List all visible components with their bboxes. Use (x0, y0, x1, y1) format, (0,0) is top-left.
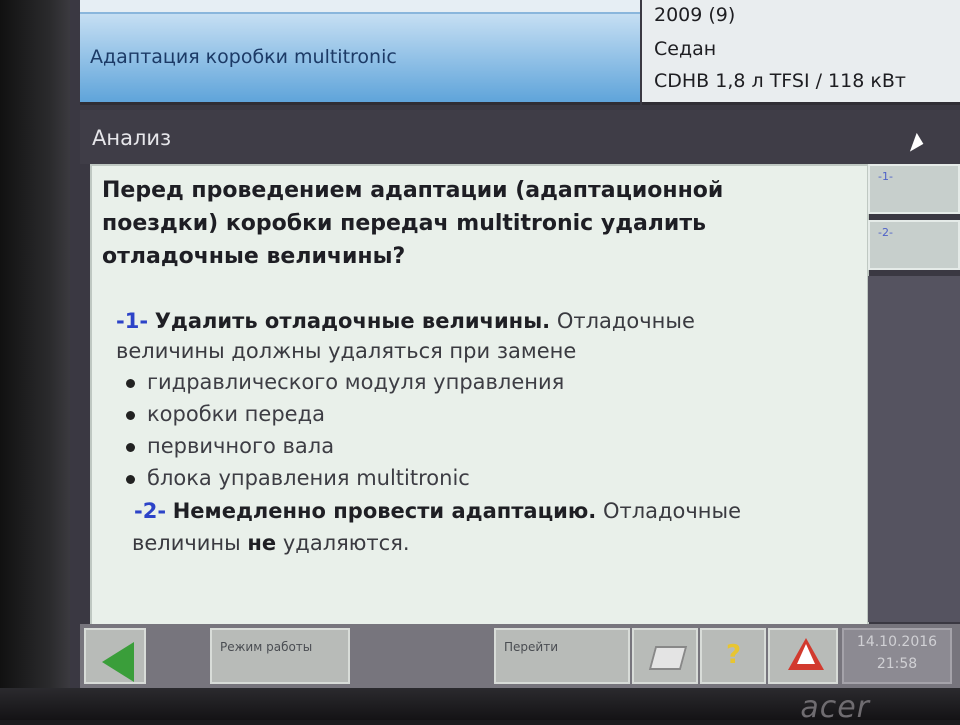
monitor-bezel-left (0, 0, 70, 720)
printer-icon (648, 646, 688, 670)
vehicle-engine: CDHB 1,8 л TFSI / 118 кВт (654, 70, 906, 92)
option-2-number: -2- (134, 499, 167, 523)
option-2-line-2: величины не удаляются. (132, 531, 410, 555)
vehicle-info: 2009 (9) Седан CDHB 1,8 л TFSI / 118 кВт (642, 0, 960, 105)
bullet-icon (126, 410, 135, 420)
option-1-title: Удалить отладочные величины. (154, 309, 551, 333)
list-item: коробки переда (126, 402, 325, 426)
option-2-button[interactable]: -2- (868, 220, 960, 270)
side-button-area (868, 276, 960, 622)
analysis-title: Анализ (92, 126, 172, 150)
list-item: первичного вала (126, 434, 334, 458)
date-time-display: 14.10.2016 21:58 (842, 628, 952, 684)
option-1-number: -1- (116, 309, 149, 333)
help-icon: ? (726, 640, 742, 670)
option-2-title: Немедленно провести адаптацию. (172, 499, 597, 523)
vehicle-body: Седан (654, 38, 717, 60)
bottom-toolbar: Режим работы Перейти ? 14.10.2016 21:58 (80, 624, 960, 688)
list-item: блока управления multitronic (126, 466, 470, 490)
warning-icon (788, 638, 824, 670)
analysis-content: Перед проведением адаптации (адаптационн… (90, 164, 869, 626)
goto-button[interactable]: Перейти (494, 628, 630, 684)
header-top-strip (80, 0, 640, 14)
back-button[interactable] (84, 628, 146, 684)
diagnostic-screen: Адаптация коробки multitronic 2009 (9) С… (70, 0, 960, 700)
function-title: Адаптация коробки multitronic (90, 46, 397, 68)
time-text: 21:58 (876, 656, 918, 672)
question-text: Перед проведением адаптации (адаптационн… (102, 178, 724, 269)
warning-button[interactable] (768, 628, 838, 684)
analysis-title-bar: Анализ (80, 110, 960, 164)
bullet-icon (126, 442, 135, 452)
list-item: гидравлического модуля управления (126, 370, 564, 394)
option-1-text: Отладочные (556, 309, 695, 333)
option-1-button[interactable]: -1- (868, 164, 960, 214)
bullet-icon (126, 474, 135, 484)
vehicle-year: 2009 (9) (654, 4, 736, 26)
option-2-text: Отладочные (602, 499, 742, 523)
help-button[interactable]: ? (700, 628, 766, 684)
option-2-line-1: -2- Немедленно провести адаптацию. Отлад… (134, 496, 741, 526)
function-header: Адаптация коробки multitronic (80, 0, 640, 105)
back-arrow-icon (102, 642, 134, 682)
print-button[interactable] (632, 628, 698, 684)
option-1-line-2: величины должны удаляться при замене (116, 339, 577, 363)
date-text: 14.10.2016 (856, 634, 938, 650)
operating-mode-button[interactable]: Режим работы (210, 628, 350, 684)
option-1-line-1: -1- Удалить отладочные величины. Отладоч… (116, 306, 695, 336)
bullet-icon (126, 378, 135, 388)
